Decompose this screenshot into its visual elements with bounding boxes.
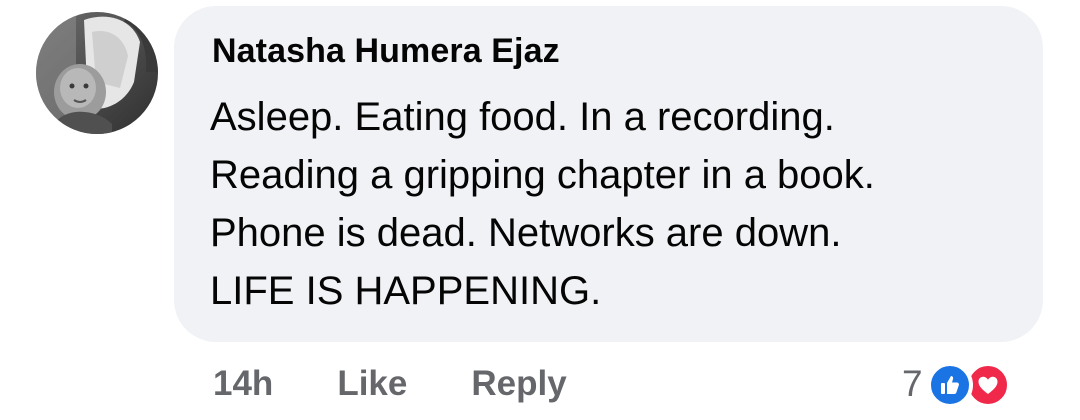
- reaction-icons: [926, 360, 1013, 408]
- comment-author-name[interactable]: Natasha Humera Ejaz: [212, 32, 560, 71]
- reply-button[interactable]: Reply: [471, 364, 566, 404]
- like-button[interactable]: Like: [337, 364, 407, 404]
- comment-item: Natasha Humera Ejaz Asleep. Eating food.…: [0, 0, 1080, 420]
- reaction-count: 7: [902, 363, 923, 404]
- avatar-photo: [36, 12, 158, 134]
- comment-line: Reading a gripping chapter in a book.: [210, 153, 875, 197]
- comment-actions: 14h Like Reply: [213, 358, 567, 410]
- comment-timestamp[interactable]: 14h: [213, 364, 273, 404]
- comment-line: Phone is dead. Networks are down.: [210, 211, 842, 255]
- comment-bubble: Natasha Humera Ejaz Asleep. Eating food.…: [174, 6, 1043, 342]
- comment-line: LIFE IS HAPPENING.: [210, 269, 602, 313]
- comment-text: Asleep. Eating food. In a recording. Rea…: [210, 88, 1010, 320]
- like-icon: [926, 362, 973, 408]
- avatar[interactable]: [36, 12, 158, 134]
- reactions-summary[interactable]: 7: [902, 358, 1013, 410]
- comment-line: Asleep. Eating food. In a recording.: [210, 95, 835, 139]
